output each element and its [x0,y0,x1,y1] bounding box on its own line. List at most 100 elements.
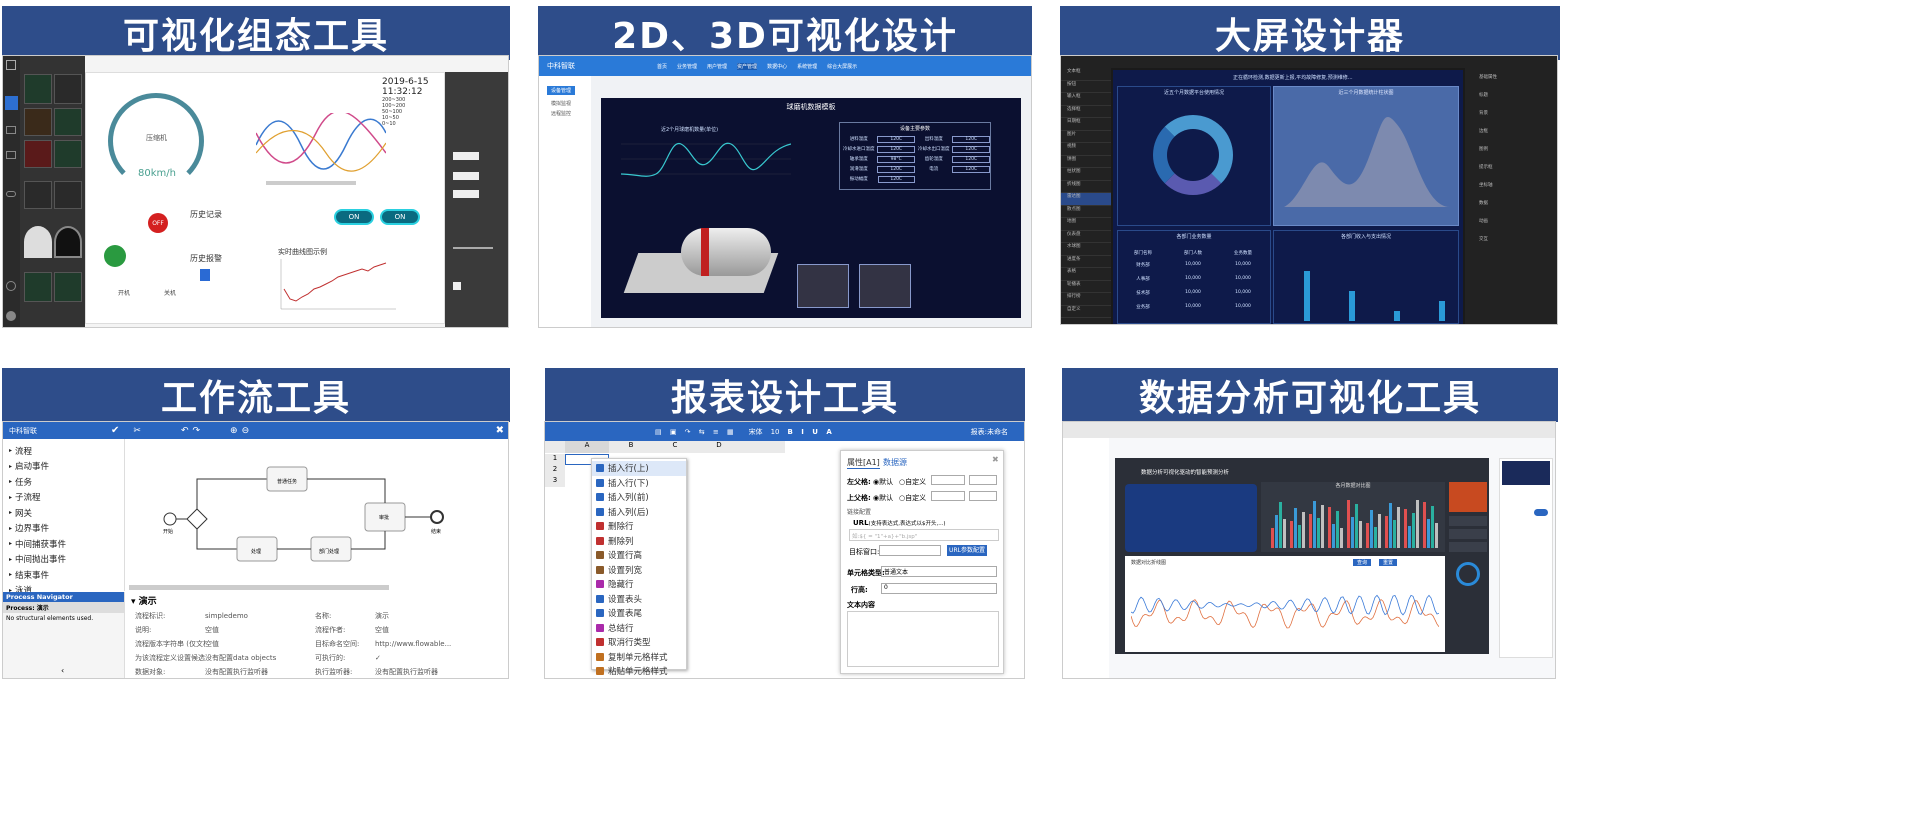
font-name[interactable]: 宋体 [749,427,763,437]
thumb-4[interactable] [54,108,82,136]
component-item[interactable]: 散点图 [1061,206,1111,218]
component-item[interactable]: 饼图 [1061,156,1111,168]
context-menu-item[interactable]: 插入行(上) [592,461,686,476]
context-menu-item[interactable]: 总结行 [592,621,686,636]
property-item[interactable]: 图例 [1465,140,1557,158]
context-menu-item[interactable]: 设置表头 [592,592,686,607]
context-menu-item[interactable]: 插入行(下) [592,476,686,491]
toggle-switch[interactable] [1534,509,1548,516]
prop-value[interactable]: 没有配置执行监听器 [375,667,495,677]
property-item[interactable]: 提示框 [1465,158,1557,176]
query-button[interactable]: 查询 [1353,559,1372,566]
component-item[interactable]: 选择框 [1061,106,1111,118]
component-item[interactable]: 柱状图 [1061,168,1111,181]
reset-button[interactable]: 重置 [1379,559,1398,566]
context-menu-item[interactable]: 设置列宽 [592,563,686,578]
save-icon[interactable]: ✔ [111,425,119,436]
chart-icon[interactable] [5,96,18,110]
prop-slider[interactable] [453,247,493,249]
off-button[interactable]: OFF [148,213,168,233]
thumb-gauge-2[interactable] [54,226,82,258]
property-item[interactable]: 坐标轴 [1465,176,1557,194]
thumb-7[interactable] [24,181,52,209]
thumb-2[interactable] [54,74,82,104]
property-item[interactable]: 标题 [1465,86,1557,104]
context-menu-item[interactable]: 取消行类型 [592,635,686,650]
context-menu-item[interactable]: 清空内容 [592,679,686,680]
tree-item[interactable]: ▸ 边界事件 [3,521,124,537]
context-menu-item[interactable]: 粘贴单元格样式 [592,664,686,678]
task-3[interactable]: 部门处理 [319,548,339,555]
col-header[interactable]: A [565,441,609,453]
thumb-1[interactable] [24,74,52,104]
component-item[interactable]: 表格 [1061,268,1111,281]
thumb-gauge-1[interactable] [24,226,52,258]
nav-item[interactable]: 用户管理 [707,63,727,70]
cell-type-select[interactable]: 普通文本 [881,566,997,577]
chart-scrollbar[interactable] [266,181,356,185]
task-4[interactable]: 审批 [379,514,389,521]
prop-value[interactable]: 空值 [375,625,495,635]
text-content-area[interactable] [847,611,999,667]
prop-value[interactable]: 没有配置执行监听器 [205,667,315,677]
scada-canvas[interactable]: 2019-6-15 11:32:12 压缩机 80km/h OFF 历史记录 历… [85,72,445,324]
tree-item[interactable]: ▸ 中间抛出事件 [3,552,124,568]
prop-value[interactable]: simpledemo [205,612,315,620]
tree-item[interactable]: ▸ 任务 [3,474,124,490]
context-menu-item[interactable]: 删除列 [592,534,686,549]
component-item[interactable]: 输入框 [1061,93,1111,106]
tree-item[interactable]: ▸ 启动事件 [3,459,124,475]
redo-icon[interactable]: ↷ [192,426,200,436]
thumbnail-1[interactable] [797,264,849,308]
row-header-3[interactable]: 3 [545,476,565,487]
prop-checkbox[interactable] [453,282,461,290]
nav-item[interactable]: 业务管理 [677,63,697,70]
layer-icon[interactable] [6,126,16,134]
font-size[interactable]: 10 [771,428,780,436]
top-select-2[interactable] [969,491,997,501]
target-select[interactable] [879,545,941,556]
property-item[interactable]: 背景 [1465,104,1557,122]
left-custom-radio[interactable]: ○自定义 [899,477,926,487]
settings-icon[interactable] [6,281,16,291]
row-header-2[interactable]: 2 [545,465,565,476]
zoom-out-icon[interactable]: ⊖ [242,426,250,436]
top-default-radio[interactable]: ◉默认 [873,493,893,503]
cut-icon[interactable]: ✂ [133,426,141,436]
task-1[interactable]: 普通任务 [277,478,297,485]
prop-value[interactable]: 演示 [375,611,495,621]
image-icon[interactable] [6,151,16,159]
prop-input-1[interactable] [453,152,479,160]
top-select-1[interactable] [931,491,965,501]
component-item[interactable]: 视频 [1061,143,1111,156]
component-item[interactable]: 地图 [1061,218,1111,231]
nav-item[interactable]: 首页 [657,63,667,70]
context-menu-item[interactable]: 删除行 [592,519,686,534]
component-item[interactable]: 日期框 [1061,118,1111,131]
workflow-canvas[interactable]: 开始 普通任务 处理 部门处理 审批 结束 [125,439,508,591]
preview-thumb[interactable] [1502,461,1550,485]
left-select-1[interactable] [931,475,965,485]
context-menu-item[interactable]: 复制单元格样式 [592,650,686,665]
property-item[interactable]: 边框 [1465,122,1557,140]
zoom-in-icon[interactable]: ⊕ [230,426,238,436]
tree-item[interactable]: ▸ 结束事件 [3,567,124,583]
prop-input-2[interactable] [453,172,479,180]
help-icon[interactable] [6,311,16,321]
component-item[interactable]: 水球图 [1061,243,1111,256]
side-item[interactable]: 设备管理 [547,86,576,95]
row-header-1[interactable]: 1 [545,454,565,465]
thumb-9[interactable] [24,272,52,302]
collapse-icon[interactable]: ‹ [61,666,64,675]
component-item[interactable]: 雷达图 [1061,193,1111,206]
context-menu-item[interactable]: 隐藏行 [592,577,686,592]
col-header[interactable]: D [697,441,741,453]
canvas-scrollbar[interactable] [129,585,389,590]
property-item[interactable]: 交互 [1465,230,1557,248]
col-header[interactable]: C [653,441,697,453]
component-item[interactable]: 文本框 [1061,68,1111,81]
nav-item[interactable]: 资产管理 [737,62,758,70]
close-icon[interactable]: ✖ [496,425,504,436]
thumb-8[interactable] [54,181,82,209]
top-custom-radio[interactable]: ○自定义 [899,493,926,503]
